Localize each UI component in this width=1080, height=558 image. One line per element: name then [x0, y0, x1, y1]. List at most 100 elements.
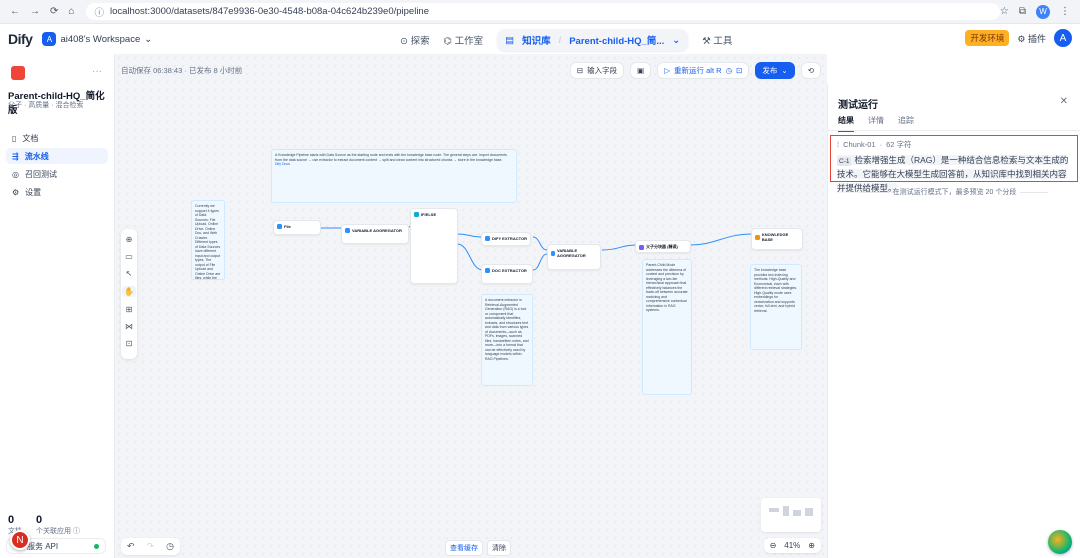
note-parent-child[interactable]: Parent-Child Mode addresses the dilemma … [642, 259, 692, 395]
node-variable-aggregator-1[interactable]: VARIABLE AGGREGATOR [341, 224, 409, 244]
status-dot [94, 543, 99, 549]
assistant-bubble-icon[interactable] [1048, 530, 1072, 554]
nav-tools[interactable]: ⚒ 工具 [702, 33, 732, 47]
sidebar-item-retrieval-test[interactable]: ◎ 召回测试 [6, 166, 108, 182]
back-icon[interactable]: ← [10, 6, 20, 17]
kb-book-icon [11, 66, 25, 80]
nav-knowledge-label: 知识库 [522, 36, 551, 47]
clear-button[interactable]: 清除 [487, 540, 511, 556]
bookmark-icon[interactable]: ☆ [1000, 6, 1009, 17]
zoom-level[interactable]: 41% [784, 541, 800, 550]
node-title: VARIABLE AGGREGATOR [551, 248, 597, 258]
node-title-text: VARIABLE AGGREGATOR [352, 228, 402, 233]
chevron-down-icon[interactable]: ⌄ [672, 35, 680, 46]
node-if-else[interactable]: IF/ELSE [410, 208, 458, 284]
plugins-label: 插件 [1027, 33, 1046, 44]
note-text: Parent-Child Mode addresses the dilemma … [646, 263, 688, 312]
sidebar-item-label: 流水线 [24, 151, 49, 161]
studio-icon: ⌬ [443, 36, 455, 47]
reload-icon[interactable]: ⟳ [50, 6, 58, 17]
address-bar[interactable]: ⓘ localhost:3000/datasets/847e9936-0e30-… [86, 3, 1000, 20]
node-title: KNOWLEDGE BASE [755, 232, 799, 242]
edge [456, 233, 482, 238]
workspace-badge: A [42, 32, 57, 46]
sidebar-item-pipeline[interactable]: ⇶ 流水线 [6, 148, 108, 164]
edges-layer [321, 213, 753, 271]
layout-icon[interactable]: ⋈ [125, 322, 133, 331]
node-title-text: File [284, 224, 291, 229]
node-file[interactable]: File [273, 220, 321, 235]
minimap[interactable] [761, 498, 821, 532]
note-knowledge-base[interactable]: The knowledge base provides two indexing… [750, 264, 802, 350]
nav-explore-label: 探索 [410, 36, 430, 47]
zoom-out-icon[interactable]: ⊖ [770, 541, 777, 550]
nav-studio-label: 工作室 [454, 36, 484, 47]
extensions-icon[interactable]: ⧉ [1019, 6, 1026, 17]
minimap-node [769, 508, 779, 512]
export-image-icon[interactable]: ⊡ [126, 339, 133, 348]
notion-badge[interactable]: N [10, 530, 30, 550]
undo-icon[interactable]: ↶ [127, 541, 135, 552]
node-title: File [277, 224, 317, 229]
organize-icon[interactable]: ⊞ [126, 305, 133, 314]
pipeline-canvas[interactable]: 自动保存 06:38:43 · 已发布 8 小时前 ⊟ 输入字段 ▣ ▷ 重新运行 … [115, 54, 827, 558]
history-icon[interactable]: ◷ [166, 541, 174, 552]
note-pipeline-intro[interactable]: A Knowledge Pipeline starts with Data So… [271, 149, 517, 203]
home-icon[interactable]: ⌂ [68, 6, 74, 17]
zoom-in-icon[interactable]: ⊕ [808, 541, 815, 550]
site-info-icon[interactable]: ⓘ [94, 5, 104, 19]
view-cache-button[interactable]: 查看缓存 [445, 540, 483, 556]
workspace-switcher[interactable]: A ai408's Workspace ⌄ [42, 32, 152, 46]
browser-nav: ← → ⟳ ⌂ [10, 6, 74, 17]
node-dify-extractor[interactable]: DIFY EXTRACTOR [481, 232, 531, 246]
redo-icon[interactable]: ↷ [147, 541, 155, 552]
note-data-sources[interactable]: Currently we support 4 types of Data Sou… [191, 200, 225, 280]
plugins-button[interactable]: ⚙ 插件 [1017, 32, 1046, 45]
knowledge-sidebar: ··· Parent-child-HQ_简化版 父子 · 高质量 · 混合检索 … [0, 54, 115, 558]
more-icon[interactable]: ··· [92, 66, 102, 77]
user-avatar[interactable]: A [1054, 29, 1072, 47]
minimap-node [805, 508, 813, 516]
note-link[interactable]: Dify Docs [275, 162, 290, 166]
node-title: 父子分块器 (精读) [639, 244, 687, 250]
node-title-text: VARIABLE AGGREGATOR [557, 248, 586, 258]
minimap-node [783, 506, 789, 516]
chunk-card[interactable]: ⁞ Chunk-01 · 62 字符 C-1 检索增强生成（RAG）是一种结合信息… [830, 135, 1078, 193]
plugin-icon: ⚙ [1017, 33, 1028, 44]
hand-icon[interactable]: ✋ [122, 286, 136, 297]
node-title-text: DIFY EXTRACTOR [492, 236, 527, 241]
node-knowledge-base[interactable]: KNOWLEDGE BASE [751, 228, 803, 250]
branch-icon [414, 212, 419, 217]
node-doc-extractor[interactable]: DOC EXTRACTOR [481, 264, 533, 284]
sidebar-item-label: 召回测试 [24, 169, 57, 179]
preview-limit-note: 在测试运行模式下，最多预览 20 个分段 [828, 187, 1080, 197]
nav-explore[interactable]: ⊙ 探索 [400, 33, 430, 47]
nav-studio[interactable]: ⌬ 工作室 [444, 33, 483, 47]
node-title: VARIABLE AGGREGATOR [345, 228, 405, 233]
sidebar-item-settings[interactable]: ⚙ 设置 [6, 184, 108, 200]
add-note-icon[interactable]: ▭ [125, 252, 133, 261]
add-node-icon[interactable]: ⊕ [126, 235, 133, 244]
stat-linked-apps: 0 个关联应用 ⓘ [36, 514, 80, 536]
note-doc-extractor[interactable]: A document extractor in Retrieval-Augmen… [481, 294, 533, 386]
stat-value: 0 [36, 514, 43, 526]
current-kb-label[interactable]: Parent-child-HQ_简... [569, 33, 664, 47]
node-title-text: DOC EXTRACTOR [492, 268, 527, 273]
pointer-icon[interactable]: ↖ [126, 269, 133, 278]
menu-icon[interactable]: ⋮ [1060, 6, 1070, 17]
node-variable-aggregator-2[interactable]: VARIABLE AGGREGATOR [547, 244, 601, 270]
chunk-chars: 62 字符 [886, 140, 912, 149]
nav-knowledge[interactable]: ▤ 知识库 / Parent-child-HQ_简... ⌄ [497, 29, 689, 51]
dify-logo[interactable]: Dify [8, 31, 33, 47]
profile-avatar[interactable]: W [1036, 4, 1050, 19]
minimap-node [793, 510, 801, 516]
node-parent-child-chunker[interactable]: 父子分块器 (精读) [635, 240, 691, 253]
env-badge: 开发环境 [965, 30, 1010, 46]
aggregator-icon [345, 228, 350, 233]
forward-icon[interactable]: → [30, 6, 40, 17]
close-icon[interactable]: ✕ [1060, 96, 1068, 107]
panel-divider [828, 130, 1080, 131]
chunker-icon [639, 244, 644, 250]
cache-controls: 查看缓存 清除 [445, 540, 511, 556]
sidebar-item-documents[interactable]: ▯ 文档 [6, 130, 108, 146]
